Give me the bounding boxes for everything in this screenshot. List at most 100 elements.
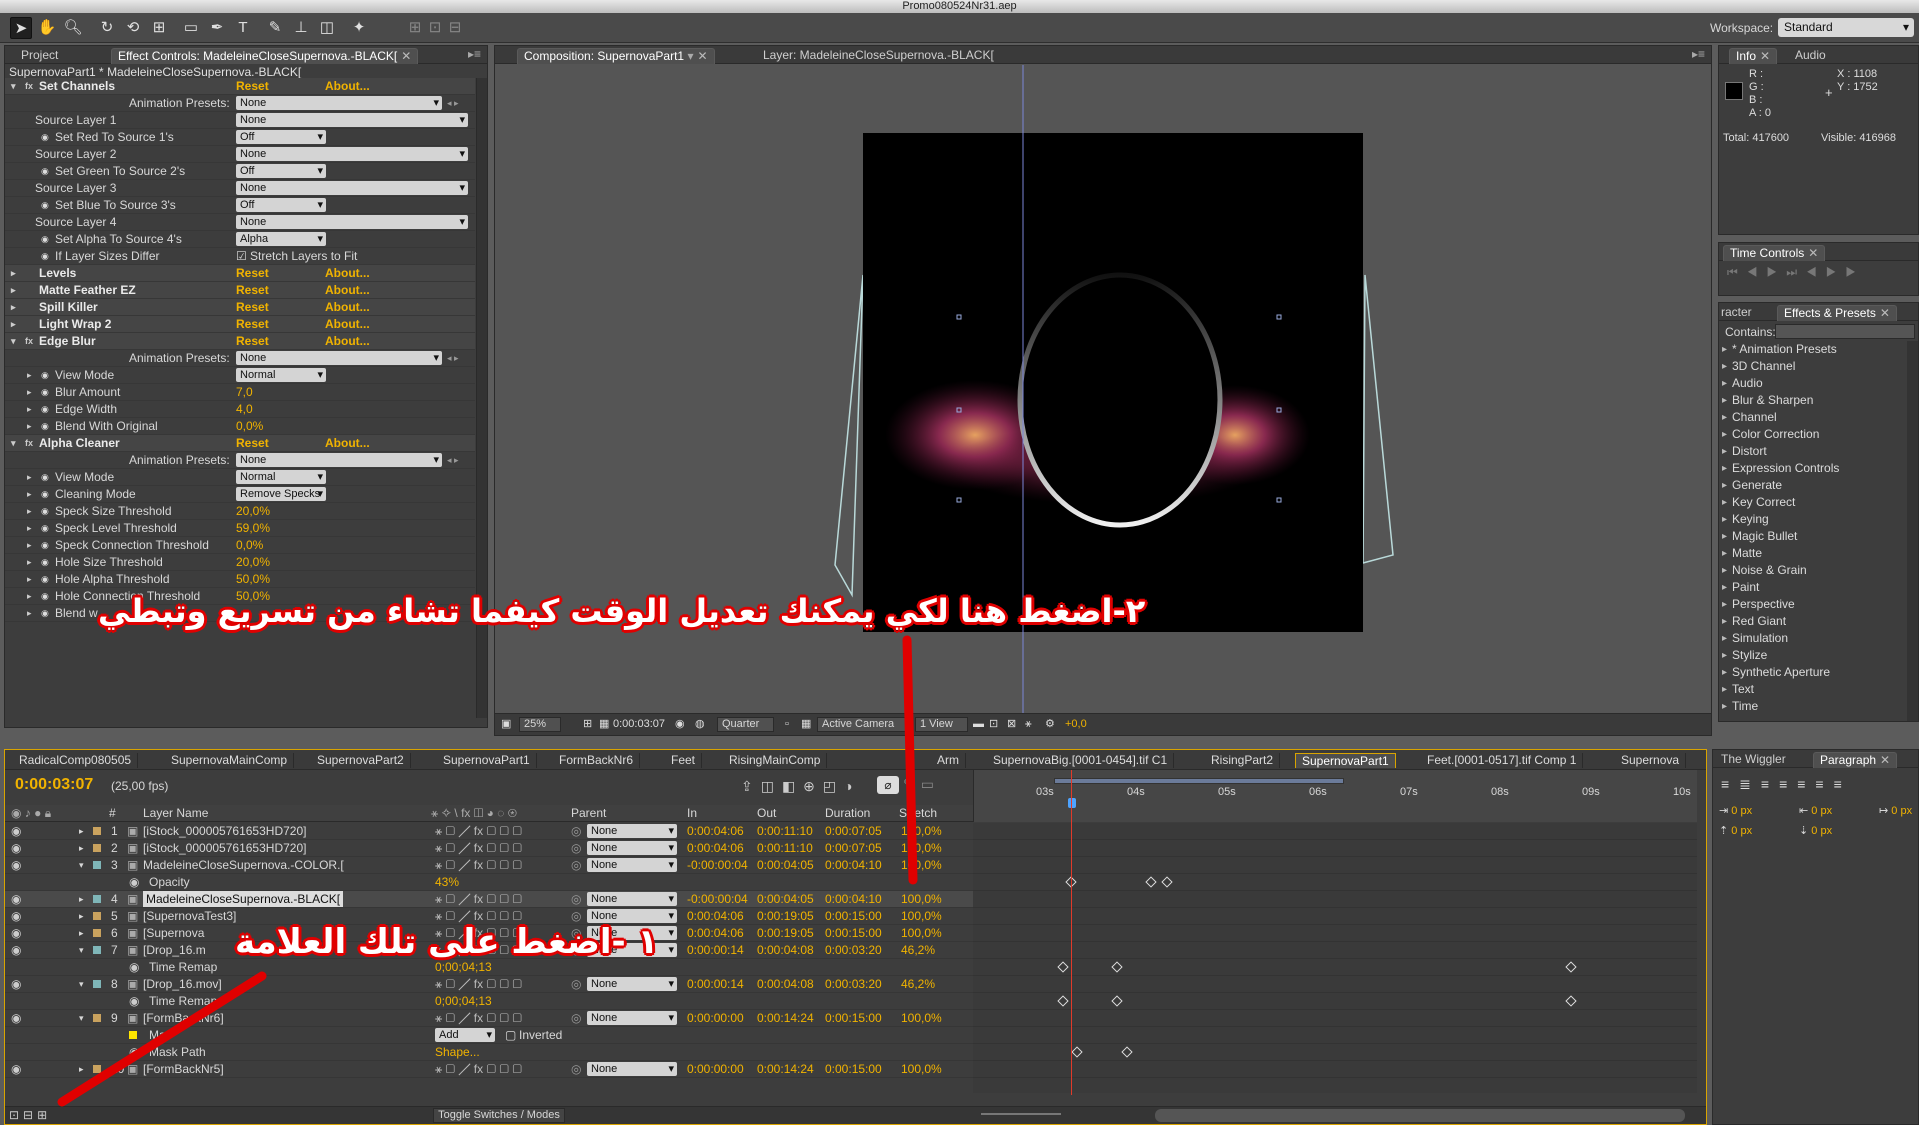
disclosure-triangle-icon[interactable]: ▸: [11, 265, 16, 281]
disclosure-triangle-icon[interactable]: ▸: [27, 520, 32, 536]
timeline-switch-icons[interactable]: ⇪◫◧⊕◰◑: [741, 778, 861, 795]
in-time[interactable]: 0:00:00:14: [687, 976, 744, 992]
parent-select[interactable]: None: [587, 892, 677, 906]
close-icon[interactable]: ✕: [1808, 246, 1818, 260]
layer-name[interactable]: [iStock_000005761653HD720]: [143, 840, 306, 856]
tab-time-controls[interactable]: Time Controls ✕: [1723, 245, 1826, 261]
timeline-tab[interactable]: SupernovaPart2: [311, 753, 411, 768]
transparency-grid-icon[interactable]: ▦: [801, 717, 811, 732]
in-time[interactable]: 0:00:00:00: [687, 1061, 744, 1077]
timeline-tab[interactable]: RisingMainComp: [723, 753, 828, 768]
duration-time[interactable]: 0:00:15:00: [825, 1010, 882, 1026]
keyframe-icon[interactable]: [1111, 961, 1123, 973]
parent-select[interactable]: None: [587, 1062, 677, 1076]
layer-switches[interactable]: ⚹ ▢ ╱ fx ▢ ▢ ▢: [435, 823, 522, 839]
fx-icon[interactable]: fx: [25, 435, 33, 451]
layer-row[interactable]: ◉ Opacity 43%: [5, 874, 975, 891]
layer-row[interactable]: ◉ Time Remap 0;00;04;13: [5, 993, 975, 1010]
work-area-bar[interactable]: [1054, 778, 1344, 784]
keyframe-icon[interactable]: [1565, 961, 1577, 973]
mask-visibility-icon[interactable]: ▦: [599, 717, 609, 732]
disclosure-triangle-icon[interactable]: ▸: [27, 605, 32, 621]
layer-row[interactable]: ◉ ▸ 1 ▣ [iStock_000005761653HD720] ⚹ ▢ ╱ fx ▢…: [5, 823, 975, 840]
duration-time[interactable]: 0:00:15:00: [825, 908, 882, 924]
stopwatch-icon[interactable]: ◉: [129, 959, 139, 975]
stopwatch-icon[interactable]: ◉: [129, 993, 139, 1009]
property-value[interactable]: 50,0%: [236, 571, 270, 587]
effects-category-item[interactable]: 3D Channel: [1719, 358, 1904, 375]
disclosure-triangle-icon[interactable]: ▸: [79, 840, 84, 856]
out-time[interactable]: 0:00:04:08: [757, 976, 814, 992]
clone-stamp-tool-icon[interactable]: ⊥: [290, 17, 312, 39]
eye-icon[interactable]: ◉: [11, 942, 21, 958]
stopwatch-icon[interactable]: ◉: [41, 384, 49, 400]
disclosure-triangle-icon[interactable]: ▸: [79, 823, 84, 839]
close-icon[interactable]: ✕: [401, 49, 411, 63]
disclosure-triangle-icon[interactable]: ▸: [11, 316, 16, 332]
in-time[interactable]: 0:00:04:06: [687, 840, 744, 856]
label-color-swatch[interactable]: [93, 980, 101, 988]
disclosure-triangle-icon[interactable]: ▸: [79, 1061, 84, 1077]
effects-category-item[interactable]: Time: [1719, 698, 1904, 715]
preset-nav-icons[interactable]: ◂ ▸: [447, 452, 459, 468]
layer-switches[interactable]: ⚹ ▢ ╱ fx ▢ ▢ ▢: [435, 840, 522, 856]
out-time[interactable]: 0:00:11:10: [757, 840, 813, 856]
stopwatch-icon[interactable]: ◉: [41, 197, 49, 213]
timeline-icon[interactable]: ⊠: [1007, 717, 1016, 732]
tab-audio[interactable]: Audio: [1789, 48, 1832, 64]
effects-category-item[interactable]: Synthetic Aperture: [1719, 664, 1904, 681]
disclosure-triangle-icon[interactable]: ▾: [11, 333, 16, 349]
effects-category-item[interactable]: Channel: [1719, 409, 1904, 426]
disclosure-triangle-icon[interactable]: ▸: [27, 537, 32, 553]
label-color-swatch[interactable]: [93, 844, 101, 852]
effects-category-item[interactable]: Keying: [1719, 511, 1904, 528]
layer-name[interactable]: [Supernova: [143, 925, 204, 941]
stretch-value[interactable]: 100,0%: [901, 1010, 942, 1026]
disclosure-triangle-icon[interactable]: ▸: [79, 908, 84, 924]
stopwatch-icon[interactable]: ◉: [41, 571, 49, 587]
duration-time[interactable]: 0:00:04:10: [825, 891, 882, 907]
eye-icon[interactable]: ◉: [11, 840, 21, 856]
layer-row[interactable]: ◉ ▸ 4 ▣ MadeleineCloseSupernova.-BLACK[⚹ ▢ ╱…: [5, 891, 975, 908]
space-after[interactable]: ⇣ 0 px: [1799, 824, 1832, 837]
layer-name[interactable]: [iStock_000005761653HD720]: [143, 823, 306, 839]
eye-icon[interactable]: ◉: [11, 908, 21, 924]
parent-select[interactable]: None: [587, 1011, 677, 1025]
layer-switches[interactable]: ⚹ ▢ ╱ fx ▢ ▢ ▢: [435, 891, 522, 907]
show-channel-icon[interactable]: ◍: [695, 717, 705, 732]
eye-icon[interactable]: ◉: [11, 925, 21, 941]
stretch-value[interactable]: 100,0%: [901, 1061, 942, 1077]
reset-link[interactable]: Reset: [236, 435, 269, 451]
reset-link[interactable]: Reset: [236, 299, 269, 315]
out-time[interactable]: 0:00:19:05: [757, 908, 814, 924]
property-value[interactable]: 59,0%: [236, 520, 270, 536]
stopwatch-icon[interactable]: ◉: [41, 469, 49, 485]
close-icon[interactable]: ✕: [1880, 306, 1890, 320]
toggle-pixel-aspect-icon[interactable]: ▬: [973, 717, 984, 732]
animation-presets-select[interactable]: None: [236, 351, 442, 365]
stopwatch-icon[interactable]: ◉: [41, 520, 49, 536]
stretch-value[interactable]: 100,0%: [901, 857, 942, 873]
keyframe-icon[interactable]: [1071, 1046, 1083, 1058]
effects-category-item[interactable]: Matte: [1719, 545, 1904, 562]
timeline-tab[interactable]: Supernova: [1615, 753, 1687, 768]
axis-mode-icon[interactable]: ⊞: [404, 17, 426, 39]
eye-icon[interactable]: ◉: [11, 1010, 21, 1026]
fx-icon[interactable]: fx: [25, 333, 33, 349]
mask-color-swatch[interactable]: [129, 1031, 137, 1039]
in-time[interactable]: 0:00:00:00: [687, 1010, 744, 1026]
reset-link[interactable]: Reset: [236, 78, 269, 94]
exposure-value[interactable]: +0,0: [1065, 717, 1087, 732]
keyframe-icon[interactable]: [1145, 876, 1157, 888]
property-select[interactable]: None: [236, 215, 468, 229]
layer-switches[interactable]: ⚹ ▢ ╱ fx ▢ ▢ ▢: [435, 976, 522, 992]
keyframe-icon[interactable]: [1161, 876, 1173, 888]
stretch-value[interactable]: 100,0%: [901, 840, 942, 856]
eye-icon[interactable]: ◉: [11, 1061, 21, 1077]
out-time[interactable]: 0:00:04:08: [757, 942, 814, 958]
property-select[interactable]: Off: [236, 198, 326, 212]
reset-link[interactable]: Reset: [236, 265, 269, 281]
property-select[interactable]: None: [236, 113, 468, 127]
layer-row[interactable]: Ma Add ▢Inverted: [5, 1027, 975, 1044]
about-link[interactable]: About...: [325, 78, 370, 94]
